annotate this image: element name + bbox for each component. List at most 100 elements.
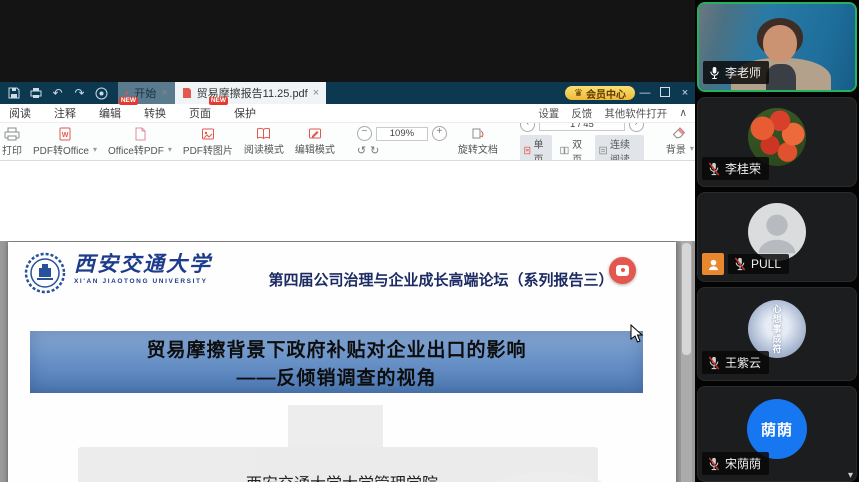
document-scrollbar[interactable] [681,241,692,482]
edit-mode-button[interactable]: 编辑模式 [295,127,335,156]
participant-name-chip: 李桂荣 [702,157,769,180]
vip-member-button[interactable]: ♛ 会员中心 [565,86,635,100]
pdf-menubar: 阅读 注释 编辑NEW 转换 页面NEW 保护 设置 反馈 其他软件打开 ∧ [0,104,695,123]
edit-pencil-icon [308,127,322,140]
slide-title-line1: 贸易摩擦背景下政府补贴对企业出口的影响 [146,335,526,362]
new-badge: NEW [119,97,138,105]
assistant-icon [616,265,629,276]
participant-name-chip: 王紫云 [702,351,769,374]
participant-tile[interactable]: 心想事成符 王紫云 [697,287,857,381]
page-indicator-input[interactable] [539,123,625,131]
two-page-button[interactable]: 双页 [556,135,591,162]
menu-edit[interactable]: 编辑NEW [99,105,121,121]
mic-on-icon [709,66,720,80]
minimize-button[interactable]: — [635,87,655,99]
pdf-app-window: ↶ ↷ ● 开始 × 贸易摩擦报告11.25.pdf × ♛ 会员中心 [0,82,695,482]
slide-page: 西安交通大学 XI'AN JIAOTONG UNIVERSITY 第四届公司治理… [8,242,676,482]
pdf-to-image-button[interactable]: PDF转图片 [183,127,233,157]
role-badge [702,253,724,275]
tab-start-icon: ● [125,90,129,97]
scrollbar-thumb[interactable] [682,243,691,355]
print-icon[interactable] [27,85,44,101]
meeting-app-window: ↶ ↷ ● 开始 × 贸易摩擦报告11.25.pdf × ♛ 会员中心 [0,0,859,482]
menu-settings[interactable]: 设置 [538,106,559,121]
single-page-icon [524,145,531,156]
save-icon[interactable] [5,85,22,101]
participant-tile[interactable]: 李桂荣 [697,97,857,187]
close-button[interactable]: × [675,87,695,99]
pdf-to-office-button[interactable]: W PDF转Office▾ [33,127,97,157]
menu-annotate[interactable]: 注释 [54,105,76,121]
new-badge: NEW [209,97,228,105]
undo-icon[interactable]: ↶ [49,85,66,101]
participant-tile[interactable]: 荫荫 宋荫荫 [697,386,857,482]
tab-document[interactable]: 贸易摩擦报告11.25.pdf × [175,82,327,104]
pdf-file-icon [182,87,192,99]
university-logo: 西安交通大学 XI'AN JIAOTONG UNIVERSITY [24,252,212,294]
mic-muted-icon [708,457,720,471]
zoom-in-button[interactable]: + [432,126,447,141]
menu-feedback[interactable]: 反馈 [571,106,592,121]
forum-title: 第四届公司治理与企业成长高端论坛（系列报告三） [223,269,659,290]
continuous-icon [599,145,607,156]
author-block: 西安交通大学大学管理学院 李婉丽 lwlxjtu@126.com [8,470,676,482]
participant-name-chip: 宋荫荫 [702,452,769,475]
next-page-button[interactable]: › [629,123,644,132]
person-badge-icon [707,258,720,271]
mic-muted-icon [708,162,720,176]
sidebar-scroll-down-icon[interactable]: ▾ [848,470,853,481]
office-to-pdf-button[interactable]: Office转PDF▾ [108,127,172,157]
continuous-read-button[interactable]: 连续阅读 [595,135,644,162]
single-page-button[interactable]: 单页 [520,135,552,162]
participant-tile-video[interactable]: 李老师 [697,2,857,92]
participant-name: 王紫云 [725,354,761,371]
rotate-left-icon[interactable]: ↺ [357,144,366,157]
background-eraser-icon [672,127,688,140]
tab-document-close-icon[interactable]: × [313,87,319,99]
image-icon [201,127,215,141]
pdf-toolbar: 打印 W PDF转Office▾ Office转PDF▾ PDF转图片 阅读模式 [0,123,695,161]
dropdown-icon: ▾ [168,145,172,154]
rotate-doc-icon [471,127,484,140]
read-mode-button[interactable]: 阅读模式 [244,127,284,156]
avatar-badge-text: 心想事成符 [771,304,784,354]
zoom-out-button[interactable]: − [357,126,372,141]
zoom-input[interactable] [376,127,428,141]
background-button[interactable]: 背景▾ [666,127,694,156]
home-icon[interactable] [93,85,110,101]
xjtu-emblem-icon [24,252,66,294]
menu-protect[interactable]: 保护 [234,105,256,121]
slide-title-line2: ——反倾销调查的视角 [236,363,436,390]
tab-start-close-icon[interactable]: × [161,87,167,99]
dropdown-icon: ▾ [690,144,694,153]
collapse-ribbon-icon[interactable]: ∧ [679,107,687,119]
participant-name: PULL [751,257,781,271]
floating-assistant-button[interactable] [609,257,636,284]
print-button[interactable]: 打印 [2,127,22,157]
university-name-en: XI'AN JIAOTONG UNIVERSITY [74,278,212,285]
zoom-group: − + ↺ ↻ [357,126,447,157]
redo-icon[interactable]: ↷ [71,85,88,101]
word-doc-icon: W [58,127,72,141]
affiliation-text: 西安交通大学大学管理学院 [8,470,676,482]
shared-screen-region: ↶ ↷ ● 开始 × 贸易摩擦报告11.25.pdf × ♛ 会员中心 [0,0,695,482]
office-doc-icon [133,127,147,141]
prev-page-button[interactable]: ‹ [520,123,535,132]
menu-open-with[interactable]: 其他软件打开 [604,106,667,121]
menu-read[interactable]: 阅读 [9,105,31,121]
participant-tile[interactable]: PULL [697,192,857,282]
menu-page[interactable]: 页面NEW [189,105,211,121]
svg-text:W: W [62,132,69,139]
avatar-initials: 荫荫 [747,399,807,459]
two-page-icon [560,145,569,156]
dropdown-icon: ▾ [93,145,97,154]
rotate-right-icon[interactable]: ↻ [370,144,379,157]
participant-name-chip: PULL [728,254,789,274]
restore-button[interactable] [655,87,675,100]
menu-convert[interactable]: 转换 [144,105,166,121]
page-nav-group: ‹ › 单页 双页 [520,123,644,161]
campus-watermark-image [38,387,643,482]
document-viewport[interactable]: 西安交通大学 XI'AN JIAOTONG UNIVERSITY 第四届公司治理… [0,241,695,482]
rotate-document-button[interactable]: 旋转文档 [458,127,498,156]
restore-icon [660,87,670,97]
